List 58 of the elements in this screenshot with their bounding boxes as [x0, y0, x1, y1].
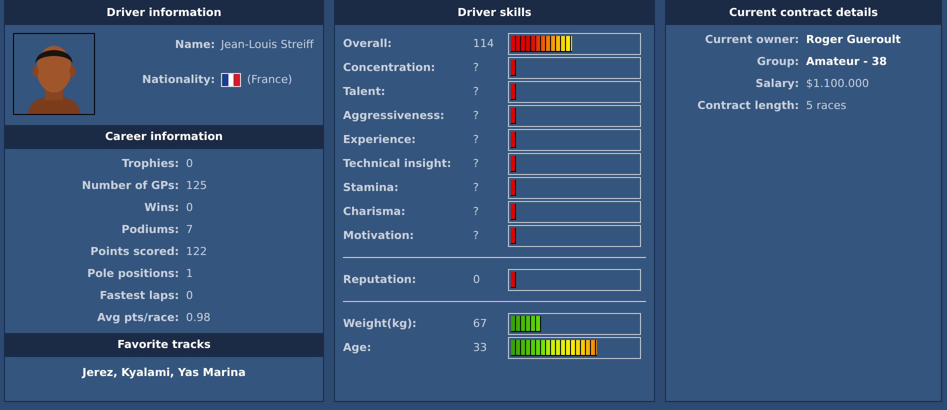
favorite-tracks-text: Jerez, Kyalami, Yas Marina — [82, 365, 246, 381]
skill-value: ? — [473, 228, 480, 244]
contract-value: 5 races — [806, 98, 846, 114]
section-header: Driver information — [5, 1, 323, 25]
field-value: Jean-Louis Streiff — [221, 37, 314, 53]
skill-label: Overall: — [343, 36, 393, 52]
contract-value: Amateur - 38 — [806, 54, 887, 70]
stat-label: Avg pts/race: — [96, 310, 179, 326]
skill-value: ? — [473, 180, 480, 196]
stat-value: 0 — [186, 200, 193, 216]
skill-label: Concentration: — [343, 60, 436, 76]
skill-value: ? — [473, 156, 480, 172]
contract-label: Group: — [756, 54, 799, 70]
skill-value: ? — [473, 84, 480, 100]
skill-label: Experience: — [343, 132, 417, 148]
stat-value: 1 — [186, 266, 193, 282]
field-value: (France) — [247, 72, 292, 88]
stat-value: 0.98 — [186, 310, 210, 326]
contract-value: $1.100.000 — [806, 76, 869, 92]
skill-value: ? — [473, 60, 480, 76]
contract-label: Contract length: — [696, 98, 799, 114]
skill-label: Motivation: — [343, 228, 415, 244]
stat-label: Podiums: — [120, 222, 179, 238]
skill-label: Stamina: — [343, 180, 400, 196]
contract-label: Salary: — [754, 76, 799, 92]
skill-value: ? — [473, 108, 480, 124]
skill-value: 67 — [473, 316, 488, 332]
skill-label: Reputation: — [343, 272, 418, 288]
stat-label: Fastest laps: — [98, 288, 179, 304]
contract-value: Roger Gueroult — [806, 32, 901, 48]
section-header: Driver skills — [335, 1, 654, 25]
stat-label: Points scored: — [89, 244, 179, 260]
stat-value: 0 — [186, 156, 193, 172]
stat-value: 122 — [186, 244, 207, 260]
skill-value: ? — [473, 132, 480, 148]
contract-label: Current owner: — [704, 32, 799, 48]
skill-label: Charisma: — [343, 204, 406, 220]
skill-label: Aggressiveness: — [343, 108, 446, 124]
section-header: Career information — [5, 125, 323, 149]
stat-label: Pole positions: — [86, 266, 179, 282]
section-header: Favorite tracks — [5, 333, 323, 357]
skill-label: Weight(kg): — [343, 316, 418, 332]
skill-value: 33 — [473, 340, 488, 356]
skill-label: Age: — [343, 340, 372, 356]
skill-value: ? — [473, 204, 480, 220]
field-label: Name: — [174, 37, 215, 53]
stat-value: 7 — [186, 222, 193, 238]
section-header: Current contract details — [666, 1, 941, 25]
skill-value: 114 — [473, 36, 495, 52]
stat-label: Number of GPs: — [80, 178, 179, 194]
stat-label: Wins: — [143, 200, 179, 216]
skill-label: Talent: — [343, 84, 386, 100]
stat-value: 0 — [186, 288, 193, 304]
skill-label: Technical insight: — [343, 156, 452, 172]
skill-value: 0 — [473, 272, 481, 288]
stat-value: 125 — [186, 178, 207, 194]
stat-label: Trophies: — [120, 156, 179, 172]
field-label: Nationality: — [141, 72, 215, 88]
